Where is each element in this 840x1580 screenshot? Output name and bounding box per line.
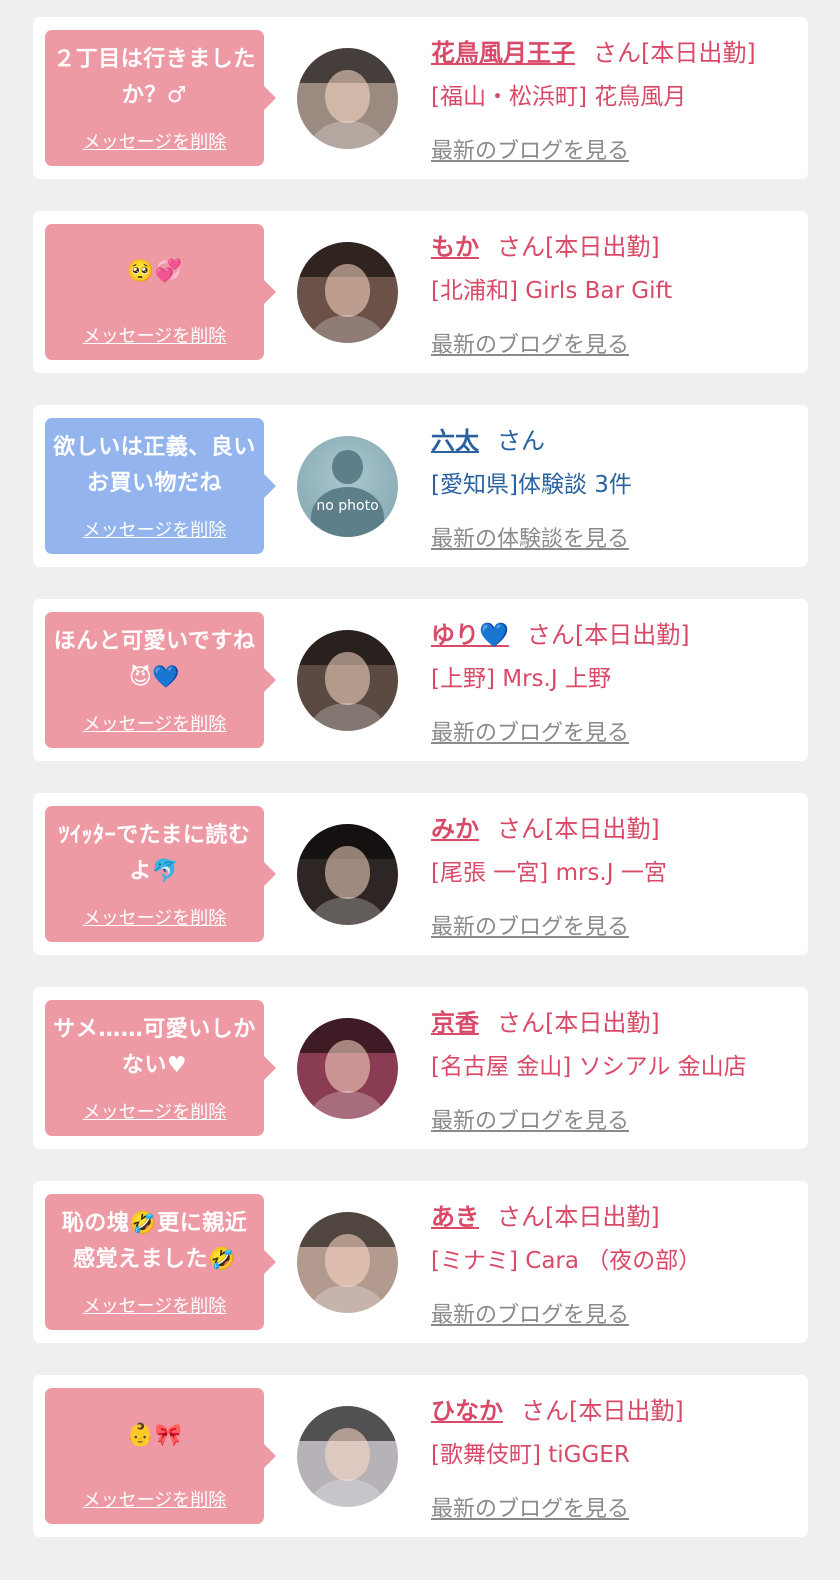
message-bubble: 🥺💞 メッセージを削除 xyxy=(45,224,276,360)
profile-name-link[interactable]: みか xyxy=(431,815,479,843)
profile-name-link[interactable]: 花鳥風月王子 xyxy=(431,39,575,67)
favorite-card: ﾂｲｯﾀｰでたまに読むよ🐬 メッセージを削除 みか さん[本日出勤] [尾張 一宮… xyxy=(33,793,808,955)
name-suffix: さん xyxy=(497,427,545,455)
avatar[interactable] xyxy=(297,1212,398,1313)
favorite-card: 欲しいは正義、良いお買い物だね メッセージを削除 no photo 六太 さん [… xyxy=(33,405,808,567)
shop-info: [上野] Mrs.J 上野 xyxy=(431,666,611,692)
latest-blog-link[interactable]: 最新のブログを見る xyxy=(431,133,800,165)
latest-review-link[interactable]: 最新の体験談を見る xyxy=(431,521,800,553)
favorite-card: 👶🎀 メッセージを削除 ひなか さん[本日出勤] [歌舞伎町] tiGGER 最新… xyxy=(33,1375,808,1537)
delete-message-link[interactable]: メッセージを削除 xyxy=(45,1486,264,1512)
favorite-card: ほんと可愛いですね😈💙 メッセージを削除 ゆり💙 さん[本日出勤] [上野] Mr… xyxy=(33,599,808,761)
favorites-list: ２丁目は行きましたか？♂ メッセージを削除 花鳥風月王子 さん[本日出勤] [福山… xyxy=(33,17,808,1569)
avatar[interactable] xyxy=(297,1406,398,1507)
message-text: ２丁目は行きましたか？♂ xyxy=(53,47,256,108)
profile-name-link[interactable]: ひなか xyxy=(431,1397,503,1425)
delete-message-link[interactable]: メッセージを削除 xyxy=(45,128,264,154)
favorite-card: 恥の塊🤣更に親近感覚えました🤣 メッセージを削除 あき さん[本日出勤] [ミナミ… xyxy=(33,1181,808,1343)
profile-name-link[interactable]: 六太 xyxy=(431,427,479,455)
favorite-card: ２丁目は行きましたか？♂ メッセージを削除 花鳥風月王子 さん[本日出勤] [福山… xyxy=(33,17,808,179)
latest-blog-link[interactable]: 最新のブログを見る xyxy=(431,909,800,941)
message-bubble: 👶🎀 メッセージを削除 xyxy=(45,1388,276,1524)
message-text: ほんと可愛いですね😈💙 xyxy=(53,629,256,690)
shop-info: [名古屋 金山] ソシアル 金山店 xyxy=(431,1054,747,1080)
name-suffix: さん[本日出勤] xyxy=(497,1009,660,1037)
latest-blog-link[interactable]: 最新のブログを見る xyxy=(431,1491,800,1523)
delete-message-link[interactable]: メッセージを削除 xyxy=(45,904,264,930)
avatar[interactable] xyxy=(297,630,398,731)
latest-blog-link[interactable]: 最新のブログを見る xyxy=(431,715,800,747)
shop-info: [福山・松浜町] 花鳥風月 xyxy=(431,84,687,110)
favorite-card: サメ……可愛いしかない♥ メッセージを削除 京香 さん[本日出勤] [名古屋 金山… xyxy=(33,987,808,1149)
message-bubble: 恥の塊🤣更に親近感覚えました🤣 メッセージを削除 xyxy=(45,1194,276,1330)
message-text: 👶🎀 xyxy=(126,1423,183,1448)
name-suffix: さん[本日出勤] xyxy=(497,1203,660,1231)
name-suffix: さん[本日出勤] xyxy=(497,815,660,843)
message-bubble: 欲しいは正義、良いお買い物だね メッセージを削除 xyxy=(45,418,276,554)
review-info: [愛知県]体験談 3件 xyxy=(431,472,632,498)
no-photo-avatar[interactable]: no photo xyxy=(297,436,398,537)
latest-blog-link[interactable]: 最新のブログを見る xyxy=(431,1297,800,1329)
message-bubble: ２丁目は行きましたか？♂ メッセージを削除 xyxy=(45,30,276,166)
avatar[interactable] xyxy=(297,242,398,343)
name-suffix: さん[本日出勤] xyxy=(593,39,756,67)
message-text: 欲しいは正義、良いお買い物だね xyxy=(53,435,256,496)
message-text: ﾂｲｯﾀｰでたまに読むよ🐬 xyxy=(58,823,251,884)
message-text: 🥺💞 xyxy=(126,259,183,284)
message-bubble: ﾂｲｯﾀｰでたまに読むよ🐬 メッセージを削除 xyxy=(45,806,276,942)
shop-info: [歌舞伎町] tiGGER xyxy=(431,1442,630,1468)
avatar[interactable] xyxy=(297,48,398,149)
shop-info: [ミナミ] Cara （夜の部） xyxy=(431,1248,702,1274)
delete-message-link[interactable]: メッセージを削除 xyxy=(45,322,264,348)
profile-name-link[interactable]: あき xyxy=(431,1203,479,1231)
profile-name-link[interactable]: 京香 xyxy=(431,1009,479,1037)
delete-message-link[interactable]: メッセージを削除 xyxy=(45,1292,264,1318)
message-bubble: サメ……可愛いしかない♥ メッセージを削除 xyxy=(45,1000,276,1136)
latest-blog-link[interactable]: 最新のブログを見る xyxy=(431,327,800,359)
shop-info: [北浦和] Girls Bar Gift xyxy=(431,278,673,304)
name-suffix: さん[本日出勤] xyxy=(526,621,690,649)
message-bubble: ほんと可愛いですね😈💙 メッセージを削除 xyxy=(45,612,276,748)
avatar[interactable] xyxy=(297,824,398,925)
delete-message-link[interactable]: メッセージを削除 xyxy=(45,1098,264,1124)
person-silhouette-icon xyxy=(332,450,363,485)
no-photo-label: no photo xyxy=(316,498,379,514)
delete-message-link[interactable]: メッセージを削除 xyxy=(45,710,264,736)
profile-name-link[interactable]: ゆり💙 xyxy=(431,621,509,649)
shop-info: [尾張 一宮] mrs.J 一宮 xyxy=(431,860,667,886)
latest-blog-link[interactable]: 最新のブログを見る xyxy=(431,1103,800,1135)
delete-message-link[interactable]: メッセージを削除 xyxy=(45,516,264,542)
message-text: 恥の塊🤣更に親近感覚えました🤣 xyxy=(61,1211,248,1272)
name-suffix: さん[本日出勤] xyxy=(521,1397,684,1425)
favorite-card: 🥺💞 メッセージを削除 もか さん[本日出勤] [北浦和] Girls Bar G… xyxy=(33,211,808,373)
avatar[interactable] xyxy=(297,1018,398,1119)
message-text: サメ……可愛いしかない♥ xyxy=(53,1017,256,1078)
profile-name-link[interactable]: もか xyxy=(431,233,479,261)
name-suffix: さん[本日出勤] xyxy=(497,233,660,261)
